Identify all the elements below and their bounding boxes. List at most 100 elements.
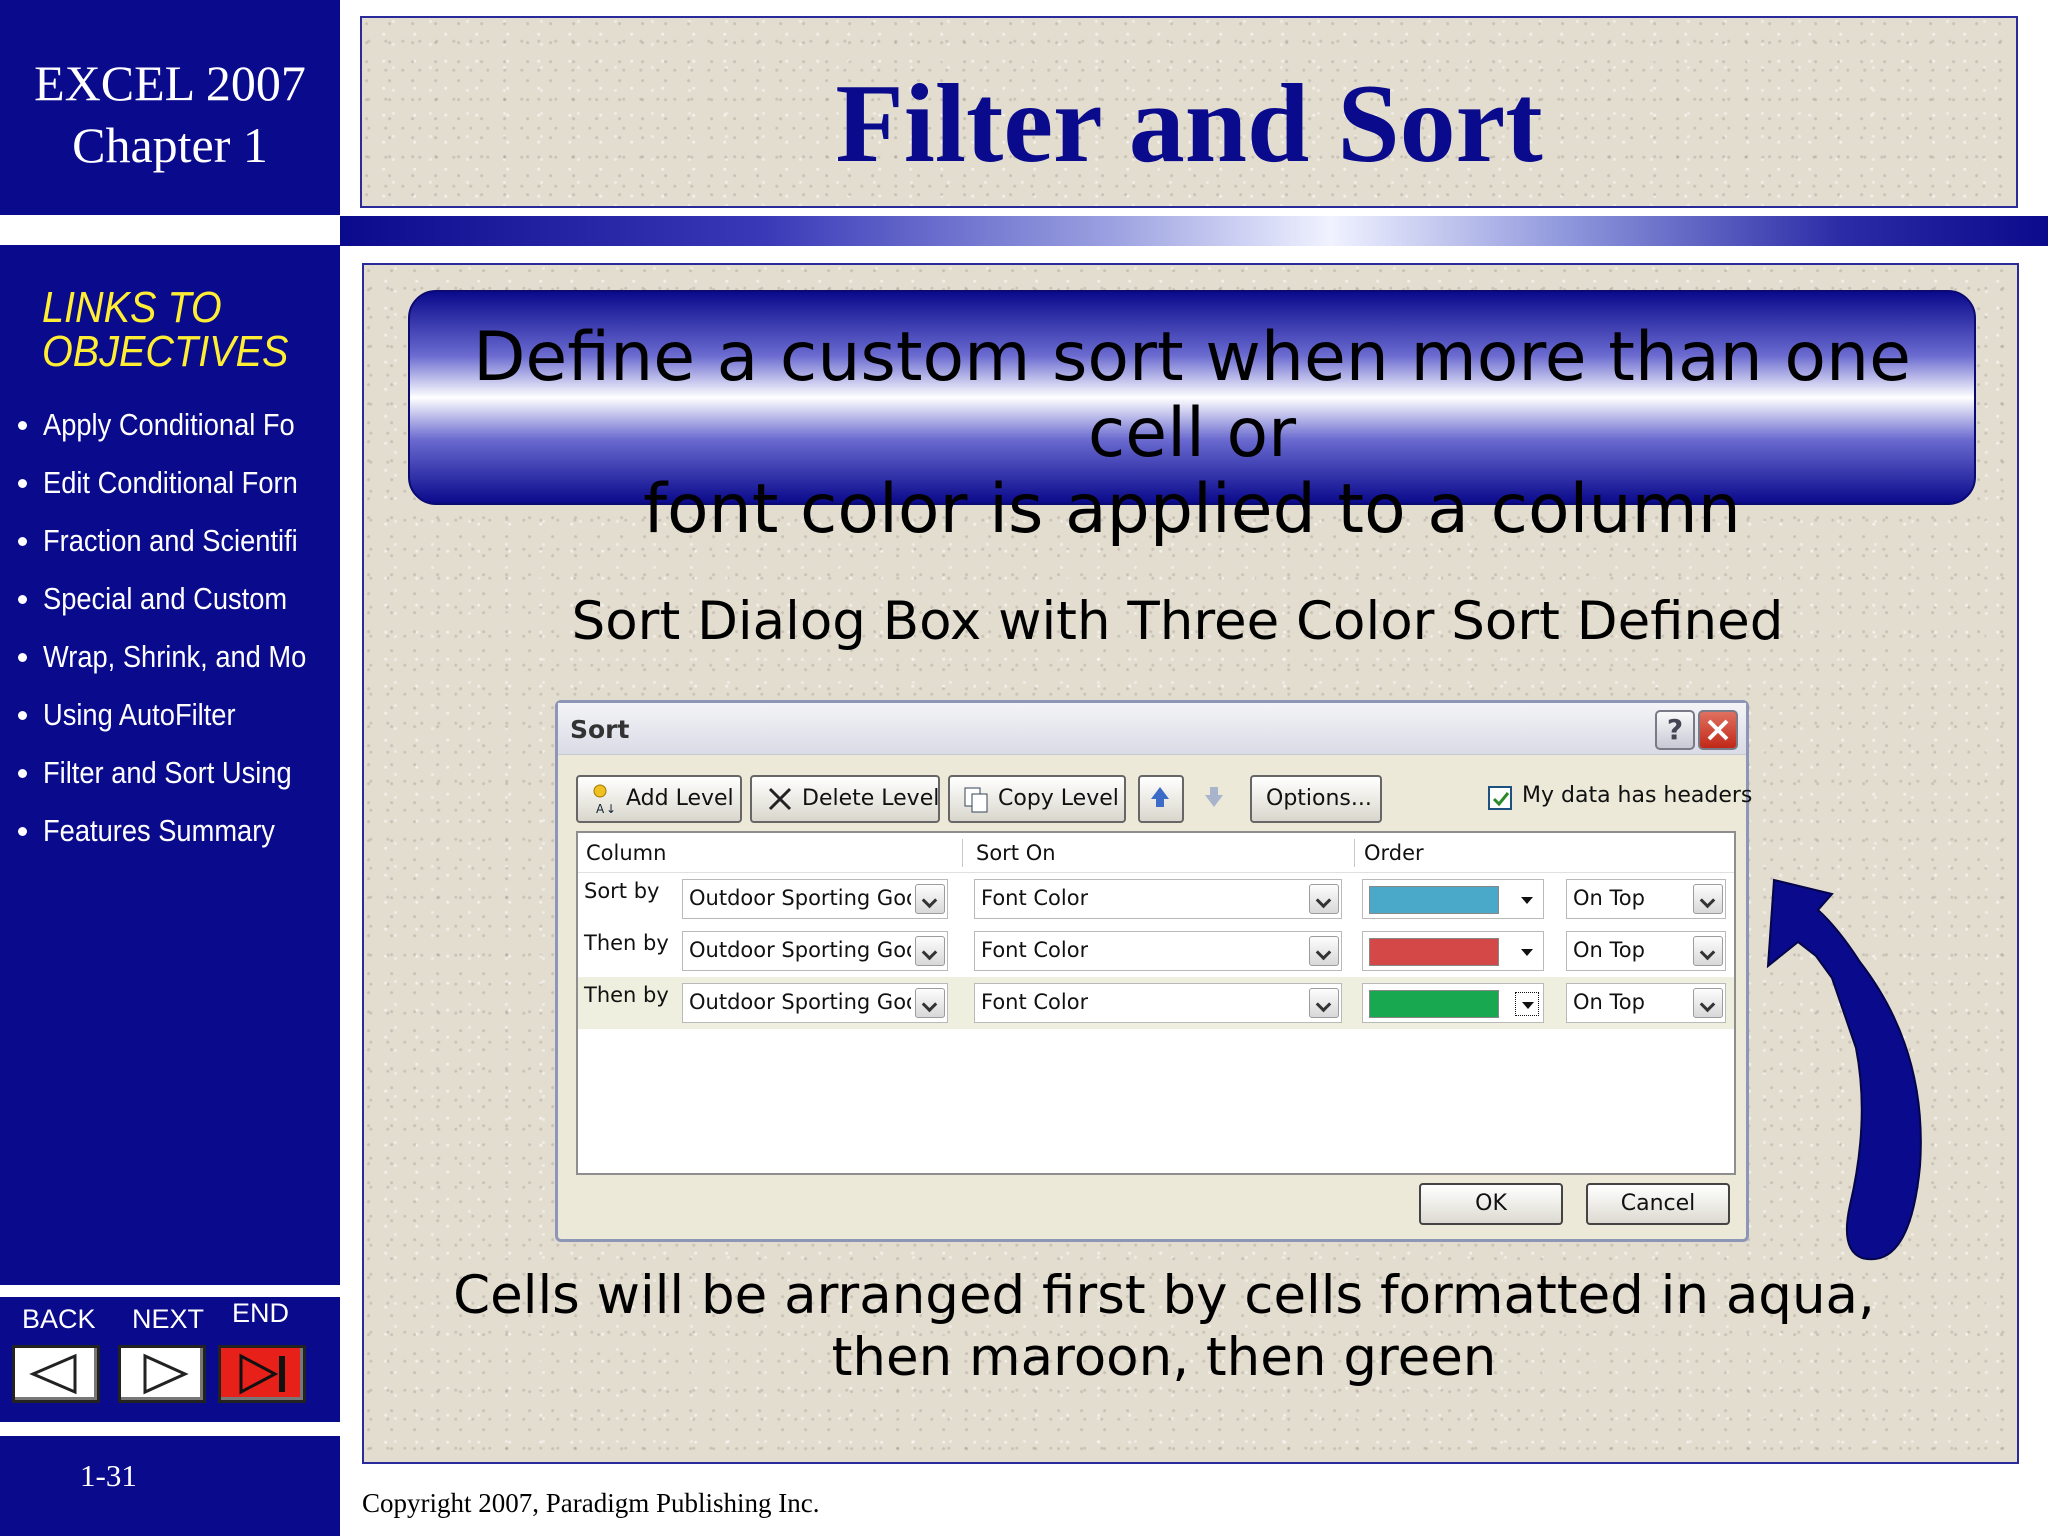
color-select[interactable] bbox=[1362, 879, 1544, 919]
copy-level-button[interactable]: Copy Level bbox=[948, 775, 1126, 823]
brand-title: EXCEL 2007 bbox=[34, 55, 306, 111]
sort-level-row[interactable]: Then by Outdoor Sporting Goods Font Colo… bbox=[578, 925, 1734, 977]
chevron-down-icon bbox=[1309, 884, 1339, 914]
chevron-down-icon bbox=[1693, 988, 1723, 1018]
title-panel: Filter and Sort bbox=[360, 16, 2018, 208]
link-special-custom[interactable]: Special and Custom bbox=[18, 570, 308, 628]
link-label: Edit Conditional Forn bbox=[43, 465, 298, 500]
nav-buttons bbox=[0, 1345, 340, 1405]
sort-on-select[interactable]: Font Color bbox=[974, 983, 1342, 1023]
ok-button[interactable]: OK bbox=[1419, 1183, 1563, 1225]
objective-banner: Define a custom sort when more than one … bbox=[408, 290, 1976, 548]
sort-level-row-selected[interactable]: Then by Outdoor Sporting Goods Font Colo… bbox=[578, 977, 1734, 1029]
slide-number: 1-31 bbox=[80, 1458, 137, 1493]
end-arrow-icon bbox=[239, 1353, 285, 1395]
next-label: NEXT bbox=[132, 1304, 205, 1334]
end-label: END bbox=[232, 1298, 290, 1328]
link-filter-sort-using[interactable]: Filter and Sort Using bbox=[18, 744, 308, 802]
link-label: Wrap, Shrink, and Mo bbox=[43, 639, 307, 674]
nav-divider bbox=[0, 1285, 340, 1297]
svg-text:↓: ↓ bbox=[606, 802, 616, 816]
sort-on-select[interactable]: Font Color bbox=[974, 879, 1342, 919]
svg-text:A: A bbox=[596, 802, 605, 816]
column-select[interactable]: Outdoor Sporting Goods bbox=[682, 879, 948, 919]
back-button[interactable] bbox=[12, 1345, 100, 1403]
headers-checkbox[interactable] bbox=[1488, 786, 1512, 810]
level-label: Then by bbox=[584, 931, 669, 955]
position-select[interactable]: On Top bbox=[1566, 879, 1726, 919]
bullet-icon bbox=[18, 478, 27, 488]
next-arrow-icon bbox=[143, 1353, 189, 1395]
add-level-button[interactable]: A ↓ Add Level bbox=[576, 775, 742, 823]
sort-on-header: Sort On bbox=[976, 841, 1056, 865]
chevron-down-icon bbox=[1693, 884, 1723, 914]
headers-checkbox-label: My data has headers bbox=[1522, 783, 1753, 808]
back-arrow-icon bbox=[29, 1353, 77, 1395]
cancel-button[interactable]: Cancel bbox=[1586, 1183, 1730, 1225]
dialog-title: Sort bbox=[570, 715, 630, 744]
position-select[interactable]: On Top bbox=[1566, 931, 1726, 971]
link-apply-conditional-formatting[interactable]: Apply Conditional Fo bbox=[18, 396, 308, 454]
links-heading-line2: OBJECTIVES bbox=[42, 327, 289, 376]
links-heading: LINKS TO OBJECTIVES bbox=[42, 286, 288, 374]
arrow-down-icon bbox=[1205, 787, 1223, 807]
copyright-notice: Copyright 2007, Paradigm Publishing Inc. bbox=[362, 1488, 820, 1518]
chevron-down-icon bbox=[915, 884, 945, 914]
end-button[interactable] bbox=[218, 1345, 306, 1403]
color-select[interactable] bbox=[1362, 983, 1544, 1023]
column-select[interactable]: Outdoor Sporting Goods bbox=[682, 983, 948, 1023]
next-button[interactable] bbox=[118, 1345, 206, 1403]
sort-on-select[interactable]: Font Color bbox=[974, 931, 1342, 971]
color-swatch bbox=[1369, 886, 1499, 914]
bullet-icon bbox=[18, 536, 27, 546]
dialog-titlebar[interactable]: Sort ? bbox=[558, 703, 1746, 755]
objectives-links: Apply Conditional Fo Edit Conditional Fo… bbox=[18, 396, 308, 860]
link-label: Filter and Sort Using bbox=[43, 755, 292, 790]
explanation-text: Cells will be arranged first by cells fo… bbox=[364, 1265, 1964, 1389]
delete-level-button[interactable]: Delete Level bbox=[750, 775, 940, 823]
course-brand: EXCEL 2007 Chapter 1 bbox=[0, 0, 340, 215]
sort-on-value: Font Color bbox=[981, 938, 1089, 962]
column-value: Outdoor Sporting Goods bbox=[689, 990, 911, 1014]
link-label: Features Summary bbox=[43, 813, 275, 848]
options-label: Options... bbox=[1266, 786, 1372, 811]
explanation-line2: then maroon, then green bbox=[831, 1327, 1497, 1388]
link-label: Apply Conditional Fo bbox=[43, 407, 295, 442]
position-value: On Top bbox=[1573, 938, 1645, 962]
order-header: Order bbox=[1364, 841, 1424, 865]
color-swatch bbox=[1369, 990, 1499, 1018]
link-label: Special and Custom bbox=[43, 581, 288, 616]
sort-levels-grid: Column Sort On Order Sort by Outdoor Spo… bbox=[576, 831, 1736, 1175]
chevron-down-icon bbox=[1309, 988, 1339, 1018]
sidebar: EXCEL 2007 Chapter 1 LINKS TO OBJECTIVES… bbox=[0, 0, 340, 1536]
dropdown-arrow-icon bbox=[1515, 888, 1539, 912]
back-label: BACK bbox=[22, 1304, 96, 1334]
move-down-button[interactable] bbox=[1192, 775, 1238, 823]
sort-level-row[interactable]: Sort by Outdoor Sporting Goods Font Colo… bbox=[578, 873, 1734, 925]
column-select[interactable]: Outdoor Sporting Goods bbox=[682, 931, 948, 971]
link-using-autofilter[interactable]: Using AutoFilter bbox=[18, 686, 308, 744]
nav-labels: BACK NEXT END bbox=[0, 1298, 340, 1342]
column-header: Column bbox=[586, 841, 667, 865]
link-label: Using AutoFilter bbox=[43, 697, 236, 732]
link-fraction-scientific[interactable]: Fraction and Scientifi bbox=[18, 512, 308, 570]
checkmark-icon bbox=[1492, 792, 1510, 807]
options-button[interactable]: Options... bbox=[1250, 775, 1382, 823]
sort-on-value: Font Color bbox=[981, 990, 1089, 1014]
move-up-button[interactable] bbox=[1138, 775, 1184, 823]
chevron-down-icon bbox=[1309, 936, 1339, 966]
close-button[interactable] bbox=[1698, 710, 1738, 750]
level-label: Sort by bbox=[584, 879, 660, 903]
help-button[interactable]: ? bbox=[1655, 710, 1695, 750]
level-label: Then by bbox=[584, 983, 669, 1007]
delete-level-label: Delete Level bbox=[802, 786, 940, 811]
brand-chapter: Chapter 1 bbox=[72, 117, 268, 173]
position-select[interactable]: On Top bbox=[1566, 983, 1726, 1023]
position-value: On Top bbox=[1573, 886, 1645, 910]
chevron-down-icon bbox=[915, 988, 945, 1018]
link-features-summary[interactable]: Features Summary bbox=[18, 802, 308, 860]
link-wrap-shrink-merge[interactable]: Wrap, Shrink, and Mo bbox=[18, 628, 308, 686]
link-edit-conditional-formatting[interactable]: Edit Conditional Forn bbox=[18, 454, 308, 512]
color-select[interactable] bbox=[1362, 931, 1544, 971]
links-heading-line1: LINKS TO bbox=[42, 283, 222, 332]
